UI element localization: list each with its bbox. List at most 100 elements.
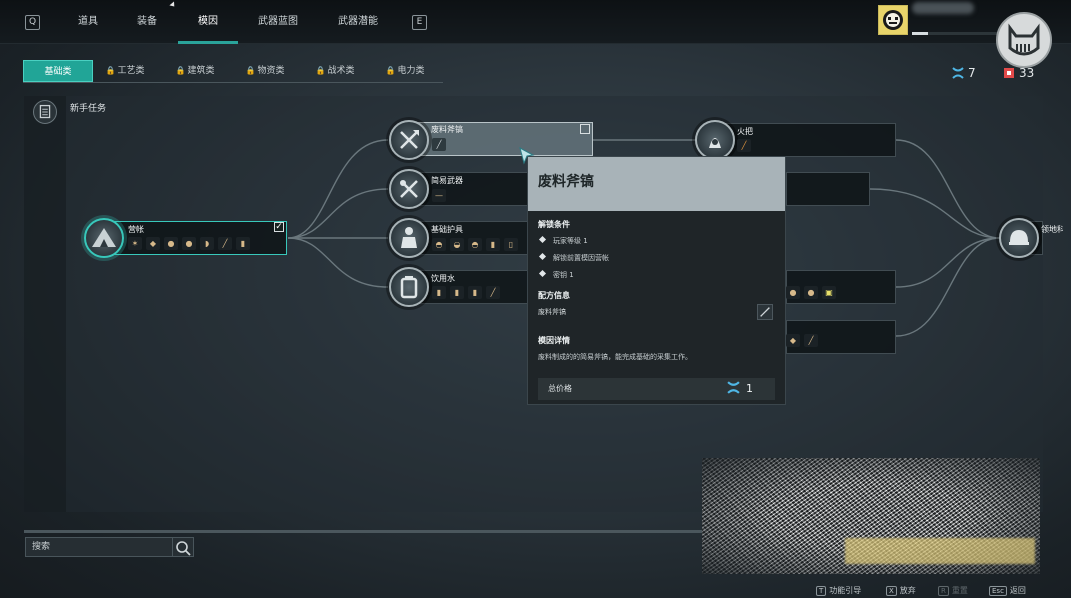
node-territory-title: 领地科: [1041, 225, 1063, 234]
lock-icon: 🔒: [245, 66, 256, 75]
node-territory[interactable]: [999, 218, 1039, 258]
tab-weapon-potential[interactable]: 武器潜能: [330, 0, 386, 44]
camp-unlocked-checkbox: ✓: [274, 222, 284, 232]
meme-description: 废料制成的的简易斧镐，能完成基础的采集工作。: [538, 353, 692, 361]
subtab-building[interactable]: 🔒 建筑类: [171, 60, 219, 82]
recipe-row: 废料斧镐: [538, 304, 775, 323]
clipboard-icon: [33, 100, 57, 124]
axe-recipe-icon: [757, 304, 773, 320]
total-price-value: 1: [727, 378, 753, 400]
subtab-tactics[interactable]: 🔒 战术类: [311, 60, 359, 82]
prev-tab-key[interactable]: Q: [25, 15, 40, 30]
node-simple-weapon[interactable]: [389, 169, 429, 209]
tab-equipment[interactable]: 装备: [127, 0, 167, 44]
section-title: 新手任务: [70, 104, 107, 114]
hint-back[interactable]: Esc 返回: [989, 585, 1026, 596]
hint-label: 重置: [951, 586, 968, 595]
hint-label: 放弃: [899, 586, 916, 595]
tab-memes[interactable]: 模因: [178, 0, 238, 44]
item-icon: ●: [786, 286, 800, 299]
dna-icon: [952, 67, 964, 79]
basic-armor-items: ◓ ◒ ◓ ▮ ▯: [432, 238, 518, 251]
hint-abandon[interactable]: X 放弃: [886, 585, 916, 596]
tree-side-column: [24, 96, 66, 512]
node-basic-armor-title: 基础护具: [431, 225, 463, 234]
subtab-label: 电力类: [397, 66, 425, 76]
node-camp[interactable]: [84, 218, 124, 258]
search-icon[interactable]: [175, 540, 191, 556]
water-container-icon: [400, 276, 418, 299]
diamond-bullet-icon: [538, 235, 547, 244]
tab-items[interactable]: 道具: [68, 0, 108, 44]
node-drink-water[interactable]: [389, 267, 429, 307]
item-icon: ▮: [432, 286, 446, 299]
drink-water-items: ▮ ▮ ▮ ╱: [432, 286, 500, 299]
hint-label: 功能引导: [829, 586, 862, 595]
axe-pickaxe-icon: [400, 130, 419, 149]
armor-icon: [401, 227, 417, 248]
obscured-banner: [845, 538, 1035, 564]
diamond-bullet-icon: [538, 252, 547, 261]
item-icon: ◓: [468, 238, 482, 251]
search-input[interactable]: [32, 538, 167, 556]
lock-icon: 🔒: [315, 66, 326, 75]
subtab-basic[interactable]: 基础类: [23, 60, 93, 82]
node-camp-title: 营帐: [128, 225, 144, 234]
hint-key: X: [886, 586, 897, 596]
subtab-power[interactable]: 🔒 电力类: [381, 60, 429, 82]
hint-key: T: [816, 586, 827, 596]
item-icon: —: [432, 189, 446, 202]
tooltip-header: 废料斧镐: [528, 157, 785, 211]
meme-points-value: 7: [968, 66, 976, 80]
subtab-label: 战术类: [327, 66, 355, 76]
mouse-cursor-icon: [519, 147, 535, 165]
item-icon: ●: [804, 286, 818, 299]
tooltip-title: 废料斧镐: [538, 174, 594, 190]
node-hidden-bar[interactable]: [786, 172, 870, 206]
total-price-row: 总价格 1: [538, 378, 775, 400]
condition-item: 密钥 1: [538, 269, 775, 280]
hint-reset[interactable]: R 重置: [938, 585, 968, 596]
subtab-label: 物资类: [257, 66, 285, 76]
lock-icon: 🔒: [175, 66, 186, 75]
meme-details-heading: 模因详情: [538, 336, 570, 345]
torch-items: ╱: [737, 139, 751, 152]
condition-text: 玩家等级 1: [553, 237, 588, 245]
next-tab-key[interactable]: E: [412, 15, 427, 30]
hidden-node-items: ● ● ▣: [786, 286, 836, 299]
hint-label: 返回: [1009, 586, 1026, 595]
recipe-info-heading: 配方信息: [538, 291, 570, 300]
new-indicator-icon: [169, 1, 177, 9]
unlock-conditions-heading: 解锁条件: [538, 220, 570, 229]
pirate-skull-icon: [883, 10, 903, 30]
simple-weapon-items: —: [432, 189, 446, 202]
total-price-number: 1: [746, 382, 753, 395]
horizontal-scrollbar[interactable]: [24, 530, 704, 533]
condition-text: 解锁前置模因营帐: [553, 254, 609, 262]
node-simple-weapon-bar[interactable]: [412, 172, 532, 206]
item-icon: ╱: [804, 334, 818, 347]
node-simple-weapon-title: 简易武器: [431, 176, 463, 185]
subtab-supplies[interactable]: 🔒 物资类: [241, 60, 289, 82]
item-icon: ●: [182, 237, 196, 250]
item-icon: ◓: [432, 238, 446, 251]
item-icon: ╱: [486, 286, 500, 299]
node-basic-armor[interactable]: [389, 218, 429, 258]
torch-icon: [709, 138, 721, 148]
chip-counter: 33: [1003, 66, 1034, 80]
item-icon: ╱: [218, 237, 232, 250]
item-icon: ◒: [450, 238, 464, 251]
subtab-divider: [23, 82, 443, 83]
item-icon: ◆: [146, 237, 160, 250]
subtab-crafting[interactable]: 🔒 工艺类: [101, 60, 149, 82]
player-avatar[interactable]: [878, 5, 908, 35]
tent-icon: [92, 228, 116, 247]
tab-weapon-blueprints[interactable]: 武器蓝图: [250, 0, 306, 44]
item-icon: ╱: [737, 139, 751, 152]
node-torch[interactable]: [695, 120, 735, 160]
hint-guide[interactable]: T 功能引导: [816, 585, 861, 596]
node-scrap-axe[interactable]: [389, 120, 429, 160]
scrap-axe-checkbox[interactable]: [580, 124, 590, 134]
item-icon: ✶: [128, 237, 142, 250]
crossed-weapons-icon: [400, 180, 418, 198]
